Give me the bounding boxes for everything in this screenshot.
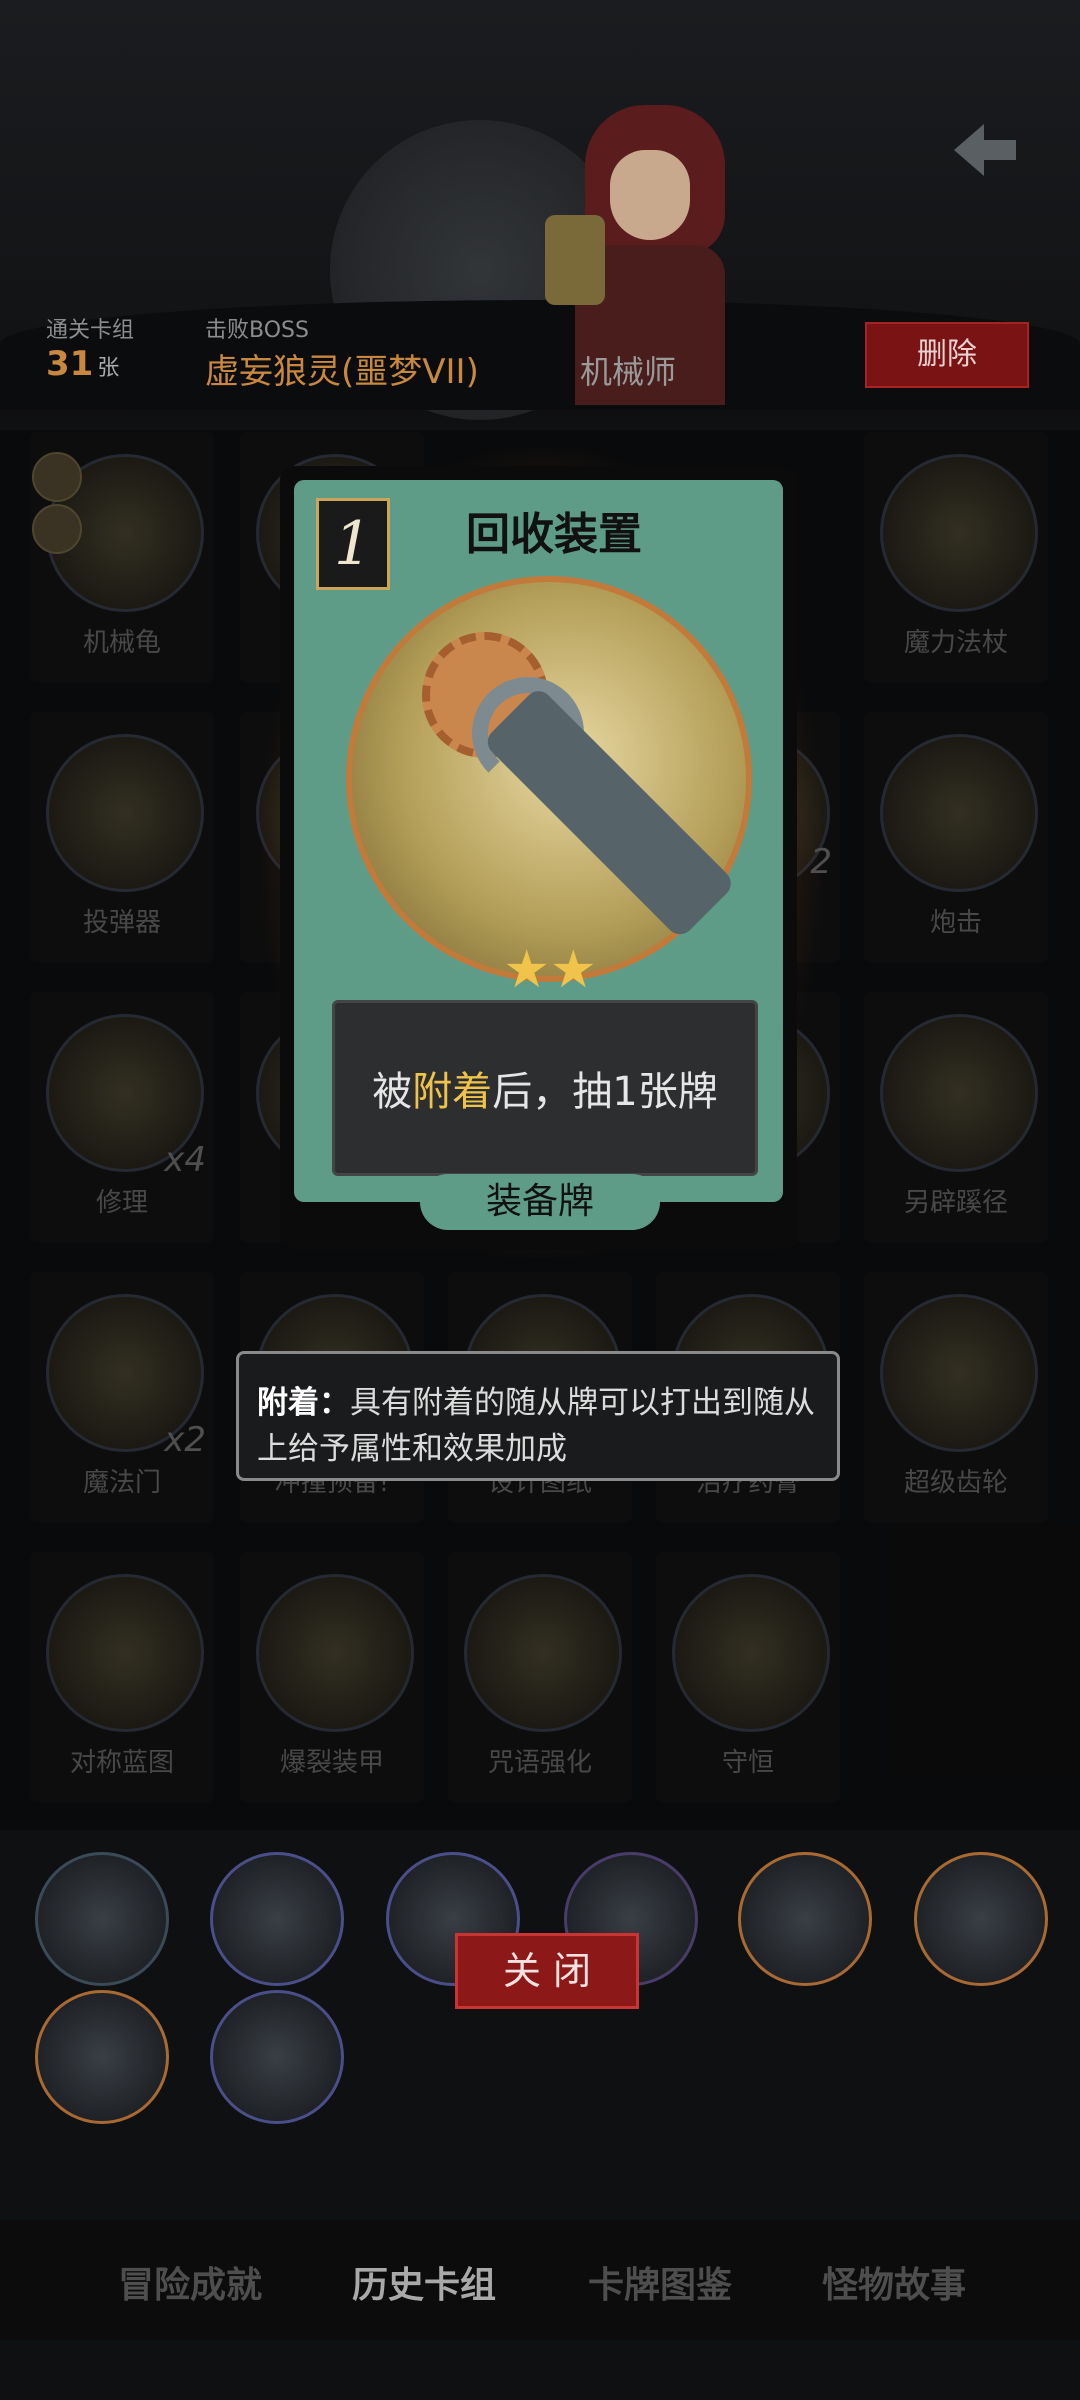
tab-monster-stories[interactable]: 怪物故事 [822,2256,966,2308]
card-art-large [346,576,752,982]
tab-card-collection[interactable]: 卡牌图鉴 [588,2256,732,2308]
cleared-deck-value: 31 [46,344,94,384]
hero-portrait[interactable] [35,1990,169,2124]
card-stars: ★★ [503,940,597,1000]
card-title: 回收装置 [466,509,642,560]
hero-portrait[interactable] [738,1852,872,1986]
card-description: 被附着 后，抽1张牌 [332,1000,758,1176]
hero-portrait[interactable] [210,1990,344,2124]
class-name: 机械师 [580,353,677,391]
back-arrow-icon [954,124,1016,176]
bottom-tab-bar: 冒险成就 历史卡组 卡牌图鉴 怪物故事 [0,2220,1080,2340]
cleared-deck-unit: 张 [97,356,120,381]
boss-stat: 击败BOSS 虚妄狼灵(噩梦VII) [205,312,479,393]
cleared-deck-stat: 通关卡组 31 张 [46,312,134,384]
hero-portrait[interactable] [210,1852,344,1986]
boss-value: 虚妄狼灵(噩梦VII) [205,352,479,392]
hero-portrait[interactable] [35,1852,169,1986]
hero-portrait[interactable] [914,1852,1048,1986]
delete-button[interactable]: 删除 [865,322,1029,388]
desc-after: 后，抽1张牌 [492,1069,718,1115]
close-button[interactable]: 关 闭 [455,1933,639,2009]
robot-arm-icon [482,685,737,940]
card-type: 装备牌 [420,1174,660,1230]
back-button[interactable] [950,120,1020,180]
desc-keyword: 附着 [412,1069,493,1115]
tab-history-decks[interactable]: 历史卡组 [352,2256,496,2308]
cleared-deck-label: 通关卡组 [46,318,135,343]
character-face [610,150,690,240]
card-detail: 1 回收装置 ★★ 被附着 后，抽1张牌 装备牌 [280,466,797,1250]
card-cost: 1 [316,498,390,590]
boss-label: 击败BOSS [205,318,309,343]
keyword-tooltip: 附着：具有附着的随从牌可以打出到随从上给予属性和效果加成 [236,1351,840,1481]
character-claw [545,215,605,305]
tooltip-term: 附着： [257,1385,350,1421]
tab-adventure-achievements[interactable]: 冒险成就 [118,2256,262,2308]
desc-before: 被 [372,1069,413,1115]
card-frame: 1 回收装置 ★★ 被附着 后，抽1张牌 [294,480,783,1202]
